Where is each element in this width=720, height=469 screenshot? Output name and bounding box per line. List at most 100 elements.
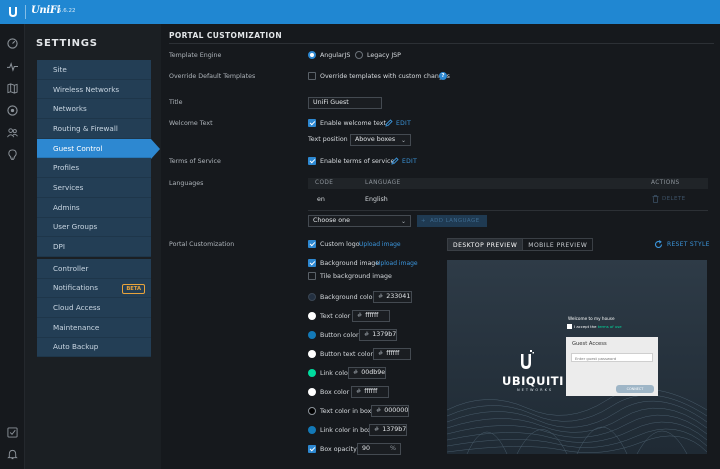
clients-icon[interactable] [7, 127, 18, 138]
chevron-down-icon: ⌄ [400, 137, 406, 144]
link-color-label: Link color [320, 370, 351, 377]
menu-item-dpi[interactable]: DPI [37, 237, 151, 257]
add-language-button[interactable]: + ADD LANGUAGE [417, 215, 487, 227]
ubiquiti-logo-icon[interactable] [6, 5, 20, 19]
button-text-color-input[interactable]: # ffffff [373, 348, 411, 360]
language-name: English [365, 196, 388, 203]
custom-logo-label: Custom logo [320, 241, 360, 248]
terms-of-service-checkbox[interactable] [308, 157, 316, 165]
link-color-in-box-swatch[interactable] [308, 426, 316, 434]
terms-of-service-edit-link[interactable]: EDIT [402, 158, 417, 165]
reset-style-link[interactable]: RESET STYLE [667, 241, 710, 248]
preview-tos-text: I accept the terms of use [574, 324, 622, 329]
reset-icon[interactable] [654, 240, 663, 249]
tab-desktop-preview[interactable]: DESKTOP PREVIEW [447, 238, 524, 251]
welcome-text-edit-link[interactable]: EDIT [396, 120, 411, 127]
text-color-in-box-label: Text color in box [320, 408, 372, 415]
radio-angularjs[interactable] [308, 51, 316, 59]
box-opacity-input[interactable]: 90% [357, 443, 401, 455]
override-templates-checkbox[interactable] [308, 72, 316, 80]
custom-logo-checkbox[interactable] [308, 240, 316, 248]
languages-table-header: CODE LANGUAGE ACTIONS [308, 178, 708, 189]
tile-background-checkbox[interactable] [308, 272, 316, 280]
background-color-swatch[interactable] [308, 293, 316, 301]
background-color-input[interactable]: #233041 [373, 291, 412, 303]
top-bar: UniFi 5.6.22 [0, 0, 720, 24]
button-text-color-swatch[interactable] [308, 350, 316, 358]
radio-legacy-jsp-label: Legacy JSP [367, 52, 401, 59]
box-color-label: Box color [320, 389, 350, 396]
text-color-input[interactable]: # ffffff [352, 310, 390, 322]
choose-language-select[interactable]: Choose one ⌄ [308, 215, 411, 227]
text-color-swatch[interactable] [308, 312, 316, 320]
settings-menu: Site Wireless Networks Networks Routing … [37, 60, 160, 359]
menu-item-auto-backup[interactable]: Auto Backup [37, 338, 151, 358]
box-color-input[interactable]: # ffffff [351, 386, 389, 398]
text-color-in-box-swatch[interactable] [308, 407, 316, 415]
link-color-input[interactable]: #00db9e [348, 367, 386, 379]
custom-logo-upload-link[interactable]: Upload image [359, 241, 401, 248]
pencil-icon[interactable] [385, 119, 393, 127]
text-position-label: Text position [308, 136, 348, 143]
trash-icon[interactable] [652, 195, 659, 203]
alerts-check-icon[interactable] [7, 427, 18, 438]
menu-item-profiles[interactable]: Profiles [37, 158, 151, 179]
map-icon[interactable] [7, 83, 18, 94]
menu-item-services[interactable]: Services [37, 178, 151, 198]
menu-group-primary: Site Wireless Networks Networks Routing … [37, 60, 160, 257]
column-language: LANGUAGE [365, 180, 401, 186]
background-image-label: Background image [320, 260, 380, 267]
preview-guest-box: Guest Access Enter guest password CONNEC… [566, 337, 658, 396]
link-color-swatch[interactable] [308, 369, 316, 377]
column-code: CODE [315, 180, 334, 186]
tab-mobile-preview[interactable]: MOBILE PREVIEW [523, 238, 594, 251]
section-divider [169, 43, 714, 44]
delete-language-button[interactable]: DELETE [662, 196, 685, 202]
text-color-label: Text color [320, 313, 351, 320]
menu-item-networks[interactable]: Networks [37, 99, 151, 120]
radio-angularjs-label: AngularJS [320, 52, 351, 59]
title-label: Title [169, 99, 183, 106]
icon-rail [0, 24, 25, 469]
welcome-text-checkbox[interactable] [308, 119, 316, 127]
menu-item-admins[interactable]: Admins [37, 198, 151, 218]
text-color-in-box-input[interactable]: #000000 [371, 405, 409, 417]
welcome-text-checkbox-label: Enable welcome text [320, 120, 386, 127]
background-image-checkbox[interactable] [308, 259, 316, 267]
button-color-input[interactable]: #1379b7 [359, 329, 397, 341]
terms-of-service-checkbox-label: Enable terms of service [320, 158, 395, 165]
menu-item-wireless-networks[interactable]: Wireless Networks [37, 80, 151, 100]
button-color-label: Button color [320, 332, 359, 339]
unifi-logo-icon: UniFi [31, 5, 61, 16]
box-opacity-label: Box opacity [320, 446, 357, 453]
tile-background-label: Tile background image [320, 273, 392, 280]
menu-item-maintenance[interactable]: Maintenance [37, 318, 151, 338]
notifications-bell-icon[interactable] [7, 449, 18, 460]
menu-item-cloud-access[interactable]: Cloud Access [37, 298, 151, 318]
radio-legacy-jsp[interactable] [355, 51, 363, 59]
menu-item-notifications[interactable]: Notifications BETA [37, 279, 151, 299]
text-position-select[interactable]: Above boxes ⌄ [350, 134, 411, 146]
preview-logo-text: UBIQUITI [502, 374, 564, 388]
menu-item-routing-firewall[interactable]: Routing & Firewall [37, 119, 151, 139]
menu-group-system: Controller Notifications BETA Cloud Acces… [37, 258, 151, 358]
button-color-swatch[interactable] [308, 331, 316, 339]
statistics-icon[interactable] [7, 61, 18, 72]
menu-item-controller[interactable]: Controller [37, 259, 151, 279]
pencil-icon[interactable] [391, 157, 399, 165]
link-color-in-box-input[interactable]: #1379b7 [369, 424, 407, 436]
menu-item-site[interactable]: Site [37, 60, 151, 80]
menu-item-guest-control[interactable]: Guest Control [37, 138, 160, 159]
preview-box-title: Guest Access [572, 341, 607, 347]
box-color-swatch[interactable] [308, 388, 316, 396]
help-icon[interactable]: ? [439, 72, 447, 80]
background-image-upload-link[interactable]: Upload image [376, 260, 418, 267]
portal-customization-content: PORTAL CUSTOMIZATION Template Engine Ang… [161, 24, 720, 469]
title-input[interactable]: UniFi Guest [308, 97, 382, 109]
devices-icon[interactable] [7, 105, 18, 116]
insights-icon[interactable] [7, 149, 18, 160]
menu-item-user-groups[interactable]: User Groups [37, 218, 151, 238]
terms-of-service-label: Terms of Service [169, 158, 221, 165]
box-opacity-checkbox[interactable] [308, 445, 316, 453]
dashboard-icon[interactable] [7, 38, 18, 49]
